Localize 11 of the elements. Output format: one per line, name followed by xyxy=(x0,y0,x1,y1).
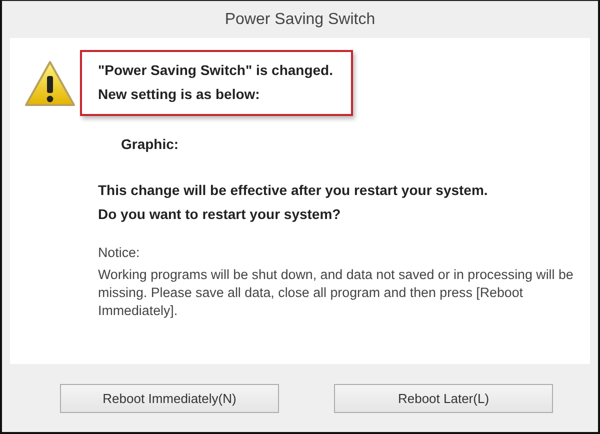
window-title: Power Saving Switch xyxy=(224,10,376,30)
warning-icon xyxy=(24,60,76,108)
prompt-text: This change will be effective after you restart your system. xyxy=(98,181,488,200)
message-text: New setting is as below: xyxy=(98,85,260,104)
prompt-text: Do you want to restart your system? xyxy=(98,205,341,224)
reboot-button[interactable]: Reboot Later(L) xyxy=(334,384,553,412)
reboot-button[interactable]: Reboot Immediately(N) xyxy=(60,384,279,412)
notice-heading: Notice: xyxy=(98,244,140,262)
notice-text: Working programs will be shut down, and data not saved or in processing will be missing. Please save all data, close all program and then press [Reboot Immediately]. xyxy=(98,266,574,320)
setting-label: Graphic: xyxy=(121,135,179,154)
message-text: "Power Saving Switch" is changed. xyxy=(98,61,333,80)
